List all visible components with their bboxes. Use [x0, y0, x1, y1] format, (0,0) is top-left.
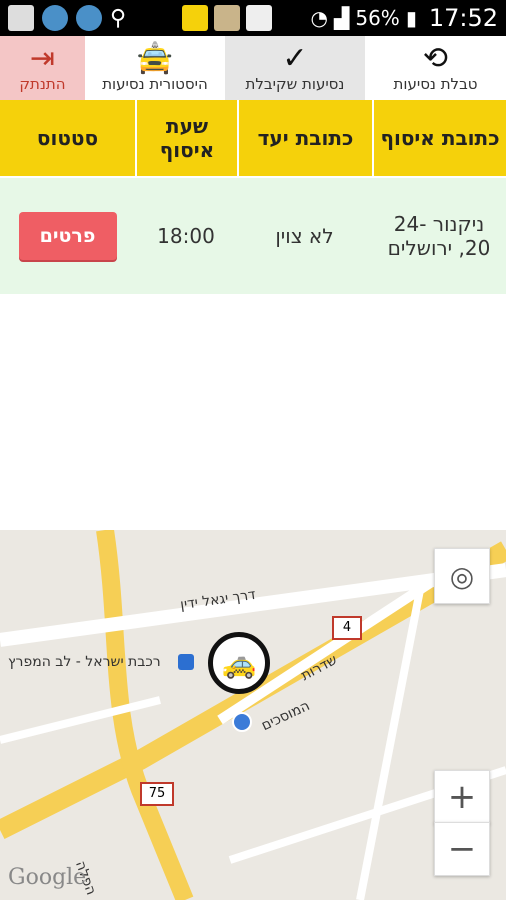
logout-icon: ⇥	[29, 41, 56, 76]
map-app-icon	[214, 5, 240, 31]
tab-accepted[interactable]: ✓ נסיעות שקיבלת	[225, 36, 365, 100]
pickup-time-cell: 18:00	[157, 224, 215, 248]
car-icon: 🚖	[136, 41, 174, 76]
location-dot-icon	[232, 712, 252, 732]
check-icon: ✓	[282, 41, 308, 76]
notification-icons: ⚲	[8, 5, 126, 31]
battery-percent: 56%	[355, 6, 400, 30]
tab-label: טבלת נסיעות	[393, 75, 478, 93]
destination-cell: לא צוין	[275, 224, 334, 248]
header-pickup-time: שעת איסוף	[135, 100, 237, 176]
tab-history[interactable]: 🚖 היסטורית נסיעות	[85, 36, 225, 100]
header-destination: כתובת יעד	[237, 100, 372, 176]
map-roads	[0, 530, 506, 900]
wifi-icon: ◔	[310, 6, 328, 30]
tab-label: נסיעות שקיבלת	[245, 75, 345, 93]
station-label: רכבת ישראל - לב המפרץ	[8, 654, 161, 670]
tab-table[interactable]: ⟲ טבלת נסיעות	[365, 36, 506, 100]
table-header: סטטוס שעת איסוף כתובת יעד כתובת איסוף	[0, 100, 506, 176]
taxi-app-icon	[182, 5, 208, 31]
clock: 17:52	[428, 4, 498, 32]
zoom-in-button[interactable]: +	[434, 770, 490, 824]
tab-label: היסטורית נסיעות	[102, 75, 208, 93]
signal-icon: ▟	[333, 6, 350, 30]
my-location-button[interactable]: ◎	[434, 548, 490, 604]
table-row: פרטים 18:00 לא צוין ניקנור 24-20, ירושלי…	[0, 178, 506, 294]
tab-logout[interactable]: ⇥ התנתק	[0, 36, 85, 100]
history-icon: ⟲	[422, 41, 449, 76]
road-sign-75: 75	[140, 782, 174, 806]
usb-icon: ⚲	[110, 5, 127, 31]
details-button[interactable]: פרטים	[18, 212, 117, 260]
map[interactable]: דרך יגאל ידין רכבת ישראל - לב המפרץ שדרו…	[0, 530, 506, 900]
header-status: סטטוס	[36, 126, 99, 150]
road-sign-4: 4	[332, 616, 362, 640]
status-cell: פרטים	[0, 178, 135, 294]
pickup-address-cell: ניקנור 24-20, ירושלים	[387, 212, 491, 260]
google-attribution: Google	[8, 865, 87, 890]
header-pickup-address: כתובת איסוף	[372, 100, 506, 176]
app-icon	[76, 5, 102, 31]
back-icon	[8, 5, 34, 31]
crosshair-icon: ◎	[449, 559, 475, 593]
zoom-out-button[interactable]: −	[434, 822, 490, 876]
tab-label: התנתק	[19, 75, 66, 93]
status-bar: ⚲ ◔ ▟ 56% ▮ 17:52	[0, 0, 506, 36]
battery-icon: ▮	[405, 6, 417, 30]
train-icon	[178, 654, 194, 670]
taxi-marker-icon[interactable]: 🚕	[208, 632, 270, 694]
app-icon	[42, 5, 68, 31]
sim-icon	[246, 5, 272, 31]
tab-bar: ⇥ התנתק 🚖 היסטורית נסיעות ✓ נסיעות שקיבל…	[0, 36, 506, 100]
